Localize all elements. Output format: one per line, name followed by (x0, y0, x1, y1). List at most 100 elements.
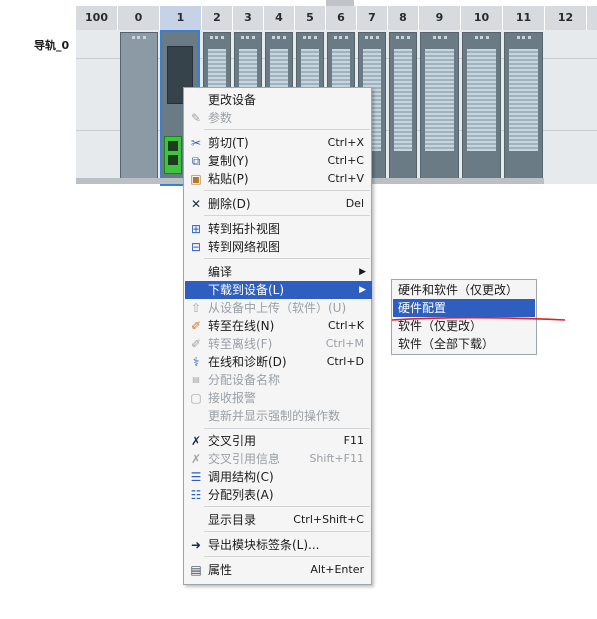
menu-item-cross-reference-info: ✗ 交叉引用信息 Shift+F11 (185, 450, 372, 468)
menu-item-receive-alarms: ▢ 接收报警 (185, 389, 372, 407)
menu-item-online-diagnostics[interactable]: ⚕ 在线和诊断(D) Ctrl+D (185, 353, 372, 371)
menu-item-label: 接收报警 (208, 391, 257, 405)
menu-item-shortcut: Ctrl+M (325, 337, 364, 350)
submenu-item-label: 软件（全部下载） (398, 337, 495, 351)
slot-label-100: 100 (76, 6, 118, 30)
menu-item-label: 分配设备名称 (208, 373, 281, 387)
slot-header: 100 0 1 2 3 4 5 6 7 8 9 10 11 12 (76, 6, 597, 30)
slot-label-1: 1 (160, 6, 202, 30)
menu-item-shortcut: Shift+F11 (309, 452, 364, 465)
call-structure-icon: ☰ (190, 470, 202, 484)
scissors-icon: ✂ (190, 136, 202, 150)
menu-item-label: 更改设备 (208, 93, 257, 107)
submenu-item-label: 硬件和软件（仅更改） (398, 283, 519, 297)
menu-item-shortcut: Ctrl+Shift+C (293, 513, 364, 526)
menu-item-cut[interactable]: ✂ 剪切(T) Ctrl+X (185, 134, 372, 152)
context-menu: 更改设备 ✎ 参数 ✂ 剪切(T) Ctrl+X ⧉ 复制(Y) Ctrl+C … (183, 87, 372, 585)
menu-item-goto-network[interactable]: ⊟ 转到网络视图 (185, 238, 372, 256)
slot-label-0: 0 (118, 6, 160, 30)
alarm-icon: ▢ (190, 391, 202, 405)
submenu-item-hw-and-sw-changes[interactable]: 硬件和软件（仅更改） (393, 281, 535, 299)
topology-icon: ⊞ (190, 222, 202, 236)
menu-item-shortcut: Del (345, 197, 364, 210)
export-icon: ➜ (190, 538, 202, 552)
menu-item-label: 转到网络视图 (208, 240, 281, 254)
paste-icon: ▣ (190, 172, 202, 186)
slot-label-5: 5 (295, 6, 326, 30)
parameters-icon: ✎ (190, 111, 202, 125)
menu-item-copy[interactable]: ⧉ 复制(Y) Ctrl+C (185, 152, 372, 170)
submenu-arrow-icon: ▶ (359, 267, 366, 277)
upload-icon: ⇧ (190, 301, 202, 315)
slot-label-2: 2 (202, 6, 233, 30)
network-icon: ⊟ (190, 240, 202, 254)
cross-ref-info-icon: ✗ (190, 452, 202, 466)
menu-item-label: 转至离线(F) (208, 337, 273, 351)
menu-item-label: 更新并显示强制的操作数 (208, 409, 341, 423)
menu-item-export-labels[interactable]: ➜ 导出模块标签条(L)... (185, 536, 372, 554)
io-module[interactable] (504, 32, 543, 182)
go-online-icon: ✐ (190, 319, 202, 333)
menu-item-label: 转到拓扑视图 (208, 222, 281, 236)
slot-label-3: 3 (233, 6, 264, 30)
menu-item-label: 调用结构(C) (208, 470, 274, 484)
menu-item-label: 下载到设备(L) (208, 283, 285, 297)
menu-item-shortcut: Ctrl+K (327, 319, 364, 332)
menu-item-assignment-list[interactable]: ☷ 分配列表(A) (185, 486, 372, 504)
slot-label-6: 6 (326, 6, 357, 30)
menu-item-change-device[interactable]: 更改设备 (185, 91, 372, 109)
menu-item-shortcut: Ctrl+C (327, 154, 364, 167)
menu-item-delete[interactable]: ✕ 删除(D) Del (185, 195, 372, 213)
submenu-item-software-all[interactable]: 软件（全部下载） (393, 335, 535, 353)
menu-item-label: 导出模块标签条(L)... (208, 538, 320, 552)
menu-item-download-to-device[interactable]: 下载到设备(L) ▶ (185, 281, 372, 299)
menu-item-compile[interactable]: 编译 ▶ (185, 263, 372, 281)
menu-item-label: 编译 (208, 265, 233, 279)
menu-item-parameters: ✎ 参数 (185, 109, 372, 127)
slot-label-12: 12 (545, 6, 587, 30)
menu-item-label: 剪切(T) (208, 136, 249, 150)
power-module[interactable] (120, 32, 158, 182)
cross-ref-icon: ✗ (190, 434, 202, 448)
submenu-arrow-icon: ▶ (359, 285, 366, 295)
menu-item-shortcut: Ctrl+D (326, 355, 364, 368)
menu-item-label: 交叉引用信息 (208, 452, 281, 466)
delete-icon: ✕ (190, 197, 202, 211)
profinet-ports-icon (164, 136, 182, 174)
menu-item-label: 交叉引用 (208, 434, 257, 448)
menu-item-label: 在线和诊断(D) (208, 355, 287, 369)
slot-label-10: 10 (461, 6, 503, 30)
name-tag-icon: ▤ (192, 375, 200, 384)
menu-item-go-online[interactable]: ✐ 转至在线(N) Ctrl+K (185, 317, 372, 335)
menu-item-shortcut: Ctrl+X (327, 136, 364, 149)
menu-item-shortcut: Ctrl+V (327, 172, 364, 185)
io-module[interactable] (462, 32, 501, 182)
diagnostics-icon: ⚕ (192, 355, 200, 369)
assignment-list-icon: ☷ (190, 488, 202, 502)
slot-label-7: 7 (357, 6, 388, 30)
menu-item-label: 显示目录 (208, 513, 257, 527)
properties-icon: ▤ (190, 563, 202, 577)
menu-item-upload-from-device: ⇧ 从设备中上传（软件）(U) (185, 299, 372, 317)
go-offline-icon: ✐ (190, 337, 202, 351)
io-module[interactable] (389, 32, 417, 182)
menu-item-label: 属性 (208, 563, 233, 577)
menu-item-properties[interactable]: ▤ 属性 Alt+Enter (185, 561, 372, 579)
menu-item-shortcut: F11 (343, 434, 364, 447)
menu-item-cross-reference[interactable]: ✗ 交叉引用 F11 (185, 432, 372, 450)
menu-item-call-structure[interactable]: ☰ 调用结构(C) (185, 468, 372, 486)
menu-item-show-catalog[interactable]: 显示目录 Ctrl+Shift+C (185, 511, 372, 529)
menu-item-go-offline: ✐ 转至离线(F) Ctrl+M (185, 335, 372, 353)
io-module[interactable] (420, 32, 459, 182)
slot-label-4: 4 (264, 6, 295, 30)
slot-label-11: 11 (503, 6, 545, 30)
menu-item-update-forced-ops: 更新并显示强制的操作数 (185, 407, 372, 425)
menu-item-label: 参数 (208, 111, 233, 125)
red-underline-annotation (391, 316, 566, 321)
menu-item-label: 分配列表(A) (208, 488, 274, 502)
menu-item-paste[interactable]: ▣ 粘贴(P) Ctrl+V (185, 170, 372, 188)
menu-item-assign-device-name: ▤ 分配设备名称 (185, 371, 372, 389)
menu-item-goto-topology[interactable]: ⊞ 转到拓扑视图 (185, 220, 372, 238)
menu-item-label: 粘贴(P) (208, 172, 249, 186)
slot-label-8: 8 (388, 6, 419, 30)
